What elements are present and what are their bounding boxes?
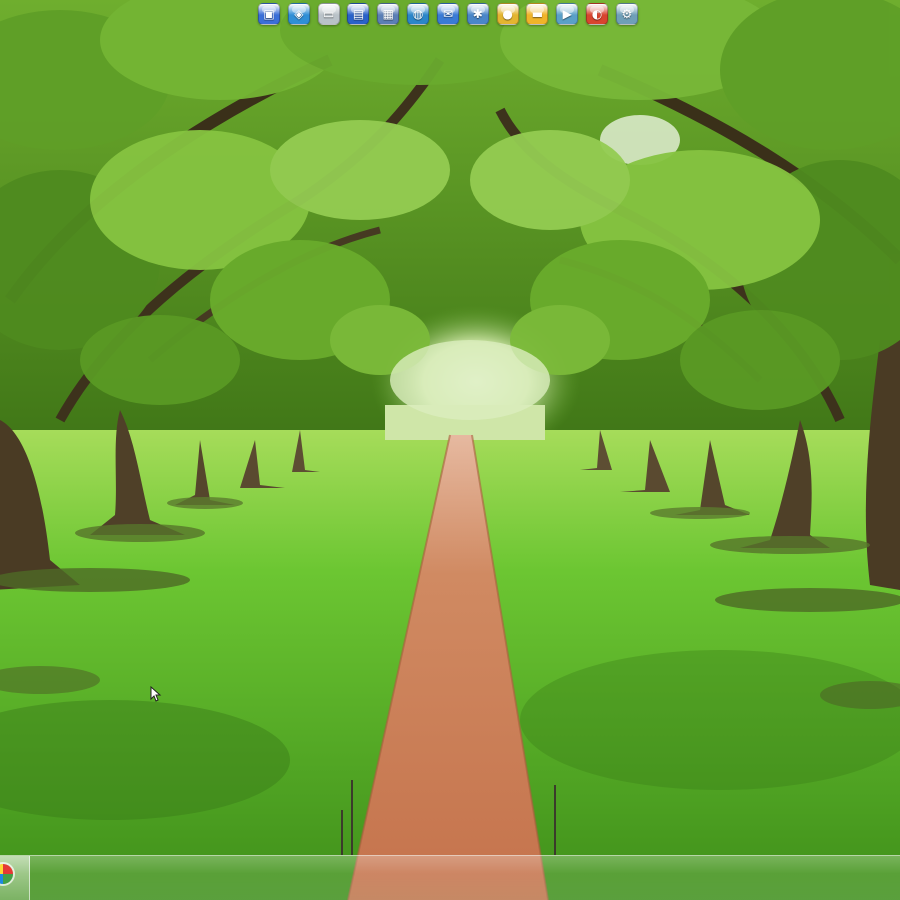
tools-icon-glyph: ⚙ <box>621 7 633 21</box>
drive-icon-glyph: ▭ <box>322 7 335 21</box>
coin-icon-glyph: ● <box>502 7 513 21</box>
network-icon-glyph: ◈ <box>294 7 304 21</box>
desktop[interactable]: ▣ ◈ ▭ ▤ ▦ ◍ ✉ ✱ ● ▬ ▶ ◐ ⚙ <box>0 0 900 900</box>
settings-icon[interactable]: ✱ <box>466 3 489 25</box>
folder-icon[interactable]: ▬ <box>526 3 549 25</box>
browser-icon[interactable]: ◐ <box>586 3 609 25</box>
globe-icon[interactable]: ◍ <box>407 3 430 25</box>
coin-icon[interactable]: ● <box>496 3 519 25</box>
window-icon[interactable]: ▤ <box>347 3 370 25</box>
mouse-pointer-icon <box>150 686 162 702</box>
taskbar <box>0 855 900 900</box>
icon-dock: ▣ ◈ ▭ ▤ ▦ ◍ ✉ ✱ ● ▬ ▶ ◐ ⚙ <box>256 0 640 28</box>
tools-icon[interactable]: ⚙ <box>615 3 638 25</box>
media-icon[interactable]: ▶ <box>556 3 579 25</box>
browser-icon-glyph: ◐ <box>591 7 603 21</box>
folder-icon-glyph: ▬ <box>531 7 544 21</box>
network-icon[interactable]: ◈ <box>287 3 310 25</box>
display-icon-glyph: ▦ <box>382 7 394 21</box>
mail-icon[interactable]: ✉ <box>436 3 459 25</box>
media-icon-glyph: ▶ <box>562 7 572 21</box>
start-button[interactable] <box>0 856 30 900</box>
start-orb-icon <box>0 864 13 884</box>
wallpaper-tree-avenue <box>0 0 900 900</box>
window-icon-glyph: ▤ <box>352 7 365 21</box>
computer-icon-glyph: ▣ <box>263 7 275 21</box>
mail-icon-glyph: ✉ <box>442 7 453 21</box>
computer-icon[interactable]: ▣ <box>258 3 280 25</box>
drive-icon[interactable]: ▭ <box>317 3 340 25</box>
settings-icon-glyph: ✱ <box>472 7 483 21</box>
display-icon[interactable]: ▦ <box>377 3 400 25</box>
globe-icon-glyph: ◍ <box>412 7 424 21</box>
